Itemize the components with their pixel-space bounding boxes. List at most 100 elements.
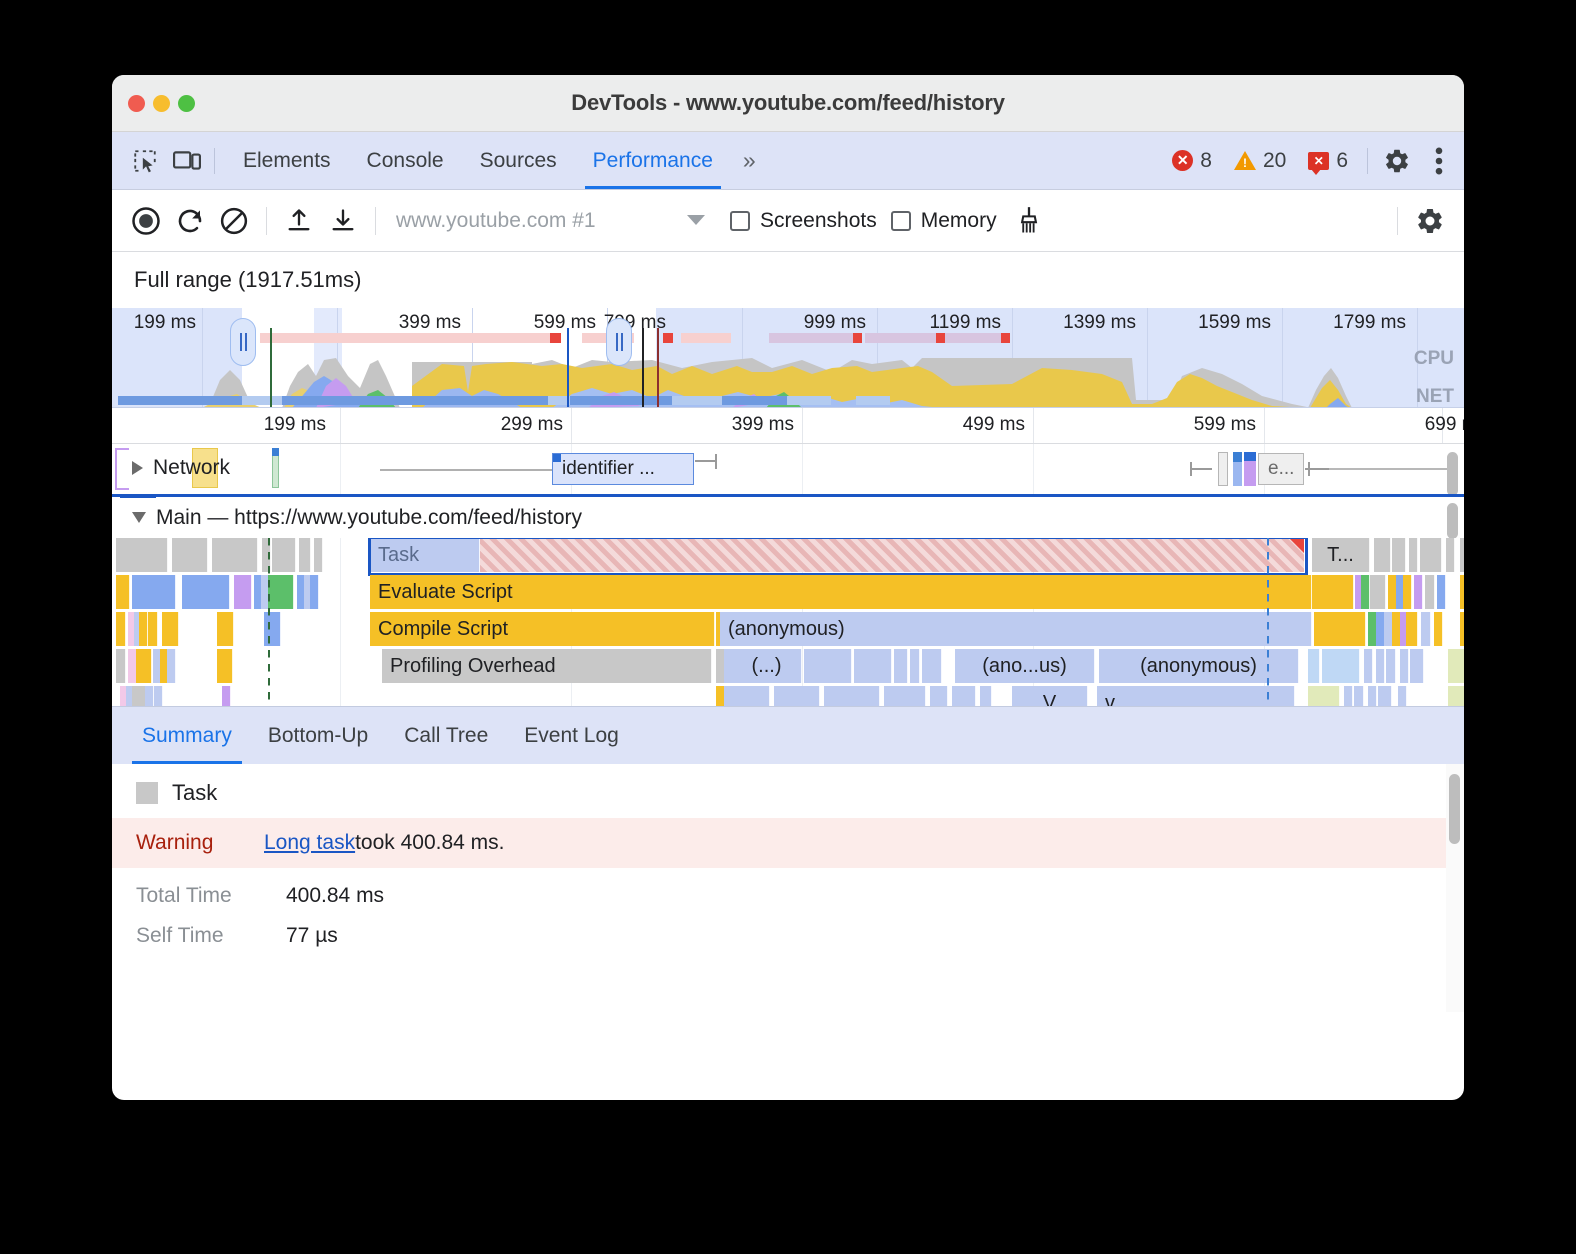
timeline-tracks[interactable]: Network identifier ... e... Main — <box>112 444 1464 706</box>
anonymous-block[interactable]: (anonymous) <box>720 612 1312 646</box>
event-name: Task <box>172 780 217 806</box>
timeline-ruler: 199 ms 299 ms 399 ms 499 ms 599 ms 699 m… <box>112 408 1464 444</box>
close-window-button[interactable] <box>128 95 145 112</box>
gear-icon[interactable] <box>1378 142 1416 180</box>
task-block[interactable]: T... <box>1312 538 1370 572</box>
total-time-label: Total Time <box>136 884 286 908</box>
function-block[interactable]: V <box>1012 686 1088 706</box>
flame-row[interactable]: V v <box>112 686 1464 706</box>
reload-and-record-icon[interactable] <box>168 199 212 243</box>
profile-selector[interactable]: www.youtube.com #1 <box>386 201 716 241</box>
function-block[interactable]: v <box>1097 686 1295 706</box>
profile-selector-value: www.youtube.com #1 <box>396 209 596 233</box>
tracks-scrollbar-thumb[interactable] <box>1447 452 1458 496</box>
total-time-row: Total Time 400.84 ms <box>112 868 1464 908</box>
overview-tick: 999 ms <box>742 312 872 334</box>
issue-counter[interactable]: ✕ 6 <box>1299 149 1357 173</box>
long-task-link[interactable]: Long task <box>264 831 355 855</box>
ruler-tick: 399 ms <box>571 414 802 436</box>
checkbox-box <box>730 211 750 231</box>
details-tab-strip: Summary Bottom-Up Call Tree Event Log <box>112 706 1464 764</box>
main-track-label: Main — https://www.youtube.com/feed/hist… <box>156 506 582 530</box>
net-track-label: NET <box>1416 386 1454 408</box>
main-track-header[interactable]: Main — https://www.youtube.com/feed/hist… <box>112 494 1464 538</box>
warning-label: Warning <box>136 831 264 855</box>
warning-text: took 400.84 ms. <box>355 831 504 855</box>
minimize-window-button[interactable] <box>153 95 170 112</box>
capture-settings-gear-icon[interactable] <box>1408 199 1452 243</box>
toolbar-divider <box>266 207 267 235</box>
chevron-down-icon <box>132 512 146 523</box>
cpu-track-label: CPU <box>1414 348 1454 370</box>
event-title-row: Task <box>112 764 1464 818</box>
overview-tick: 199 ms <box>112 312 202 334</box>
overview-tick: 1199 ms <box>877 312 1007 334</box>
tab-bottom-up[interactable]: Bottom-Up <box>250 707 386 764</box>
overview-tick: 399 ms <box>337 312 467 334</box>
maximize-window-button[interactable] <box>178 95 195 112</box>
network-track-header[interactable]: Network <box>132 456 230 480</box>
range-header: Full range (1917.51ms) <box>112 252 1464 308</box>
screenshots-label: Screenshots <box>760 209 877 233</box>
error-counter[interactable]: ✕ 8 <box>1163 149 1221 173</box>
network-request-chip-2[interactable]: e... <box>1258 453 1304 485</box>
overview-selection-handle-left[interactable] <box>230 318 256 366</box>
function-block[interactable]: F...k <box>1460 575 1464 609</box>
flame-row[interactable]: Profiling Overhead (...) (ano...us) (ano… <box>112 649 1464 685</box>
profiling-overhead-block[interactable]: Profiling Overhead <box>382 649 712 683</box>
evaluate-script-block[interactable]: Evaluate Script <box>370 575 1312 609</box>
tab-sources[interactable]: Sources <box>462 132 575 189</box>
three-dots-icon[interactable] <box>1420 142 1458 180</box>
toolbar-divider <box>1397 207 1398 235</box>
warning-row: Warning Long task took 400.84 ms. <box>112 818 1464 868</box>
overview-selection-handle-right[interactable] <box>606 318 632 366</box>
details-scrollbar-thumb[interactable] <box>1449 774 1460 844</box>
device-toolbar-icon[interactable] <box>170 144 204 178</box>
event-color-swatch <box>136 782 158 804</box>
tab-elements[interactable]: Elements <box>225 132 349 189</box>
selected-task-outline <box>368 538 1308 576</box>
flame-row[interactable]: Task T... T...k <box>112 538 1464 574</box>
tab-performance[interactable]: Performance <box>575 132 731 189</box>
collect-garbage-icon[interactable] <box>1007 199 1051 243</box>
more-tabs-icon[interactable]: » <box>731 147 768 174</box>
overview-tick: 1799 ms <box>1282 312 1412 334</box>
devtools-window: DevTools - www.youtube.com/feed/history … <box>112 75 1464 1100</box>
main-track-marker <box>120 494 156 498</box>
flame-row[interactable]: Evaluate Script F...k <box>112 575 1464 611</box>
screenshots-checkbox[interactable]: Screenshots <box>730 209 877 233</box>
tab-console[interactable]: Console <box>349 132 462 189</box>
clear-icon[interactable] <box>212 199 256 243</box>
download-profile-icon[interactable] <box>321 199 365 243</box>
tab-call-tree[interactable]: Call Tree <box>386 707 506 764</box>
warning-count: 20 <box>1263 149 1286 173</box>
network-track[interactable]: Network identifier ... e... <box>112 444 1464 494</box>
task-block[interactable]: T...k <box>1460 538 1464 572</box>
issue-counters: ✕ 8 20 ✕ 6 <box>1163 142 1464 180</box>
summary-details-pane: Task Warning Long task took 400.84 ms. T… <box>112 764 1464 1012</box>
toolbar-divider <box>375 207 376 235</box>
error-icon: ✕ <box>1172 150 1193 171</box>
tab-summary[interactable]: Summary <box>124 707 250 764</box>
window-title: DevTools - www.youtube.com/feed/history <box>112 90 1464 116</box>
compile-script-block[interactable]: Compile Script <box>370 612 715 646</box>
memory-checkbox[interactable]: Memory <box>891 209 997 233</box>
anonymous-block[interactable]: (ano...us) <box>955 649 1095 683</box>
flame-row[interactable]: Compile Script (anonymous) <box>112 612 1464 648</box>
chevron-right-icon <box>132 461 143 475</box>
inspect-element-icon[interactable] <box>128 144 162 178</box>
warning-counter[interactable]: 20 <box>1225 149 1295 173</box>
record-icon[interactable] <box>124 199 168 243</box>
network-request-chip[interactable]: identifier ... <box>552 453 694 485</box>
anonymous-short-block[interactable]: (...) <box>732 649 802 683</box>
ruler-tick: 699 ms <box>1264 414 1464 436</box>
timeline-overview[interactable]: 199 ms 399 ms 599 ms 799 ms 999 ms 1199 … <box>112 308 1464 408</box>
tab-event-log[interactable]: Event Log <box>506 707 637 764</box>
flame-scrollbar-thumb[interactable] <box>1447 503 1458 539</box>
upload-profile-icon[interactable] <box>277 199 321 243</box>
devtools-tab-strip: Elements Console Sources Performance » ✕… <box>112 132 1464 190</box>
ruler-tick: 299 ms <box>340 414 571 436</box>
flame-chart[interactable]: Task T... T...k <box>112 538 1464 706</box>
window-traffic-lights <box>128 95 195 112</box>
anonymous-block[interactable]: (anonymous) <box>1099 649 1299 683</box>
